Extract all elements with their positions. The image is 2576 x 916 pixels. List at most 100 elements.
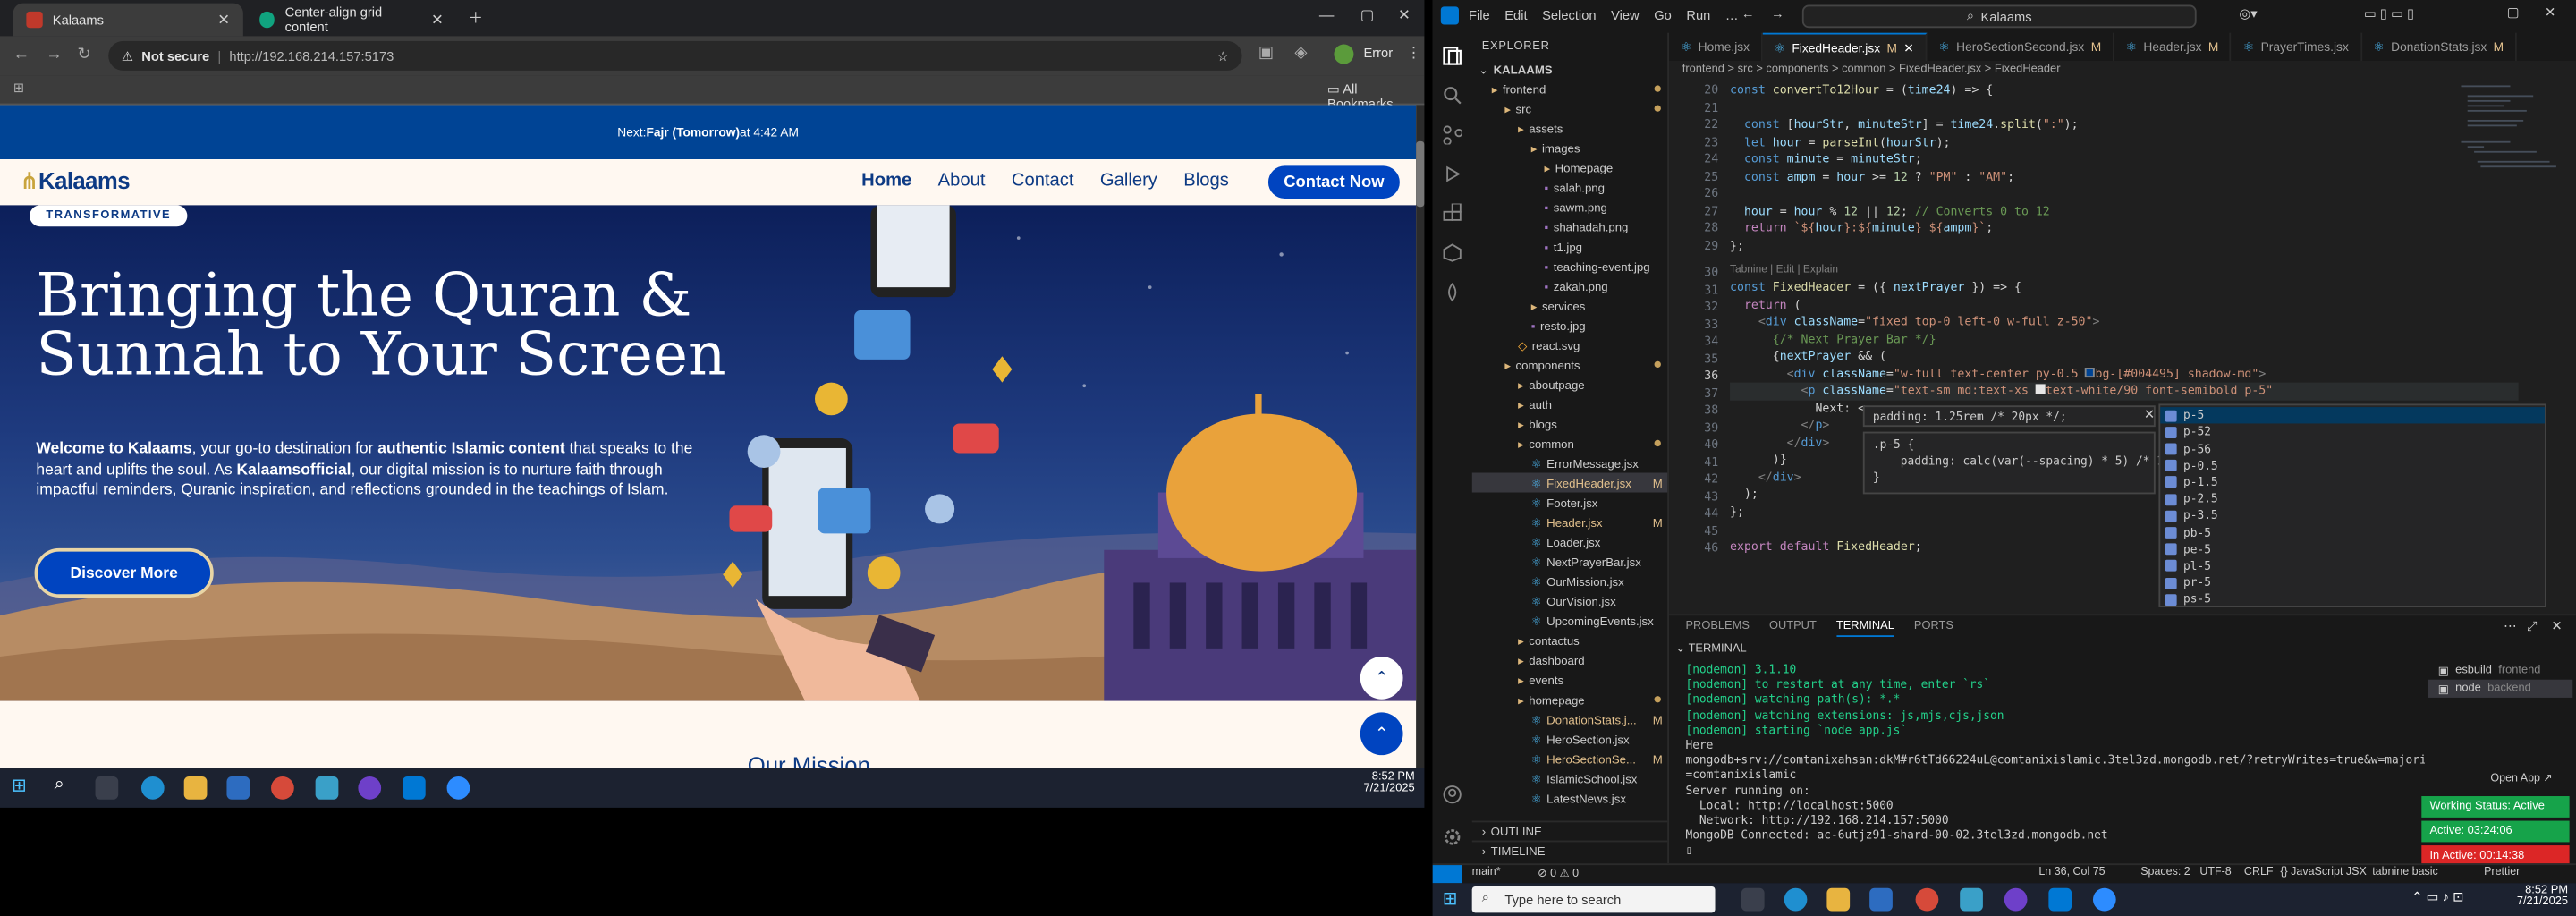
tree-item[interactable]: ⚛ NextPrayerBar.jsx [1472,552,1668,572]
maximize-panel-icon[interactable]: ⤢ [2527,619,2538,635]
nav-forward-icon[interactable]: → [1771,6,1784,21]
mongodb-leaf-icon[interactable] [1443,283,1462,302]
tree-item[interactable]: ⚛ Footer.jsx [1472,493,1668,513]
page-scrollbar[interactable] [1416,105,1425,768]
tree-item[interactable]: ▸ assets [1472,118,1668,138]
address-bar[interactable]: ⚠ Not secure | http://192.168.214.157:51… [108,40,1242,71]
app-icon[interactable] [1960,887,1983,912]
github-icon[interactable] [358,776,382,800]
line-endings[interactable]: CRLF [2244,867,2274,878]
tree-item[interactable]: ▸ homepage [1472,690,1668,709]
task-view-icon[interactable] [1741,887,1765,912]
tree-item[interactable]: ⚛ LatestNews.jsx [1472,788,1668,808]
run-debug-icon[interactable] [1443,165,1462,184]
suggestion-item[interactable]: p-2.5 [2160,491,2545,508]
tree-item[interactable]: ▸ aboutpage [1472,374,1668,394]
profile-avatar[interactable] [1334,44,1354,64]
suggestion-item[interactable]: pl-5 [2160,558,2545,575]
tree-item[interactable]: ⚛ IslamicSchool.jsx [1472,768,1668,788]
close-window-icon[interactable]: ✕ [2545,5,2555,21]
tree-item[interactable]: ⚛ FixedHeader.jsx M [1471,472,1668,493]
windows-start-icon[interactable]: ⊞ [12,775,27,796]
store-icon[interactable] [1869,887,1893,912]
zoom-icon[interactable] [2092,887,2116,912]
tree-item[interactable]: ⌄ KALAAMS [1472,59,1668,79]
extensions-icon[interactable] [1443,203,1462,224]
layout-icons[interactable]: ▭ ▯ ▭ ▯ [2364,6,2414,21]
close-window-icon[interactable]: ✕ [1398,6,1411,24]
tab-herosectionsecond-jsx[interactable]: ⚛ HeroSectionSecond.jsx M [1928,32,2114,61]
new-tab-icon[interactable]: ＋ [468,6,483,28]
tree-item[interactable]: ◇ react.svg [1472,335,1668,354]
tree-item[interactable]: ▪ t1.jpg [1472,236,1668,256]
close-tab-icon[interactable]: ✕ [217,11,230,29]
taskbar-search-box[interactable]: ⌕ Type here to search [1471,886,1716,913]
discover-more-button[interactable]: Discover More [34,547,214,598]
tree-item[interactable]: ▪ shahadah.png [1472,216,1668,236]
tree-item[interactable]: ▸ dashboard [1472,650,1668,670]
tab-output[interactable]: OUTPUT [1769,621,1817,637]
tabnine-status[interactable]: tabnine basic [2372,867,2438,878]
tree-item[interactable]: ⚛ ErrorMessage.jsx [1472,453,1668,472]
maximize-icon[interactable]: ▢ [2507,5,2520,21]
file-explorer-icon[interactable] [183,776,208,800]
tree-item[interactable]: ⚛ Loader.jsx [1472,532,1668,552]
tree-item[interactable]: ▸ images [1472,138,1668,157]
encoding[interactable]: UTF-8 [2199,867,2231,878]
scrollbar-thumb[interactable] [1416,140,1425,208]
tree-item[interactable]: ▪ salah.png [1472,177,1668,197]
suggestion-item[interactable]: pb-5 [2160,524,2545,541]
suggestion-item[interactable]: pe-5 [2160,541,2545,558]
tree-item[interactable]: ▸ services [1472,295,1668,315]
git-branch[interactable]: main* [1472,867,1501,878]
tree-item[interactable]: ⚛ OurVision.jsx [1472,591,1668,611]
system-tray-icons[interactable]: ⌃ ▭ ♪ ⊡ [2411,890,2463,905]
nav-home[interactable]: Home [861,171,911,191]
remote-explorer-icon[interactable] [1443,243,1462,263]
tree-item[interactable]: ▸ events [1472,670,1668,690]
tree-item[interactable]: ▪ resto.jpg [1472,315,1668,335]
menu-more[interactable]: … [1725,8,1739,23]
terminal-esbuild[interactable]: ▣ esbuild frontend [2428,662,2573,680]
tree-item[interactable]: ⚛ HeroSectionSe... M [1472,749,1668,768]
tab-ports[interactable]: PORTS [1914,621,1953,637]
tree-item[interactable]: ⚛ OurMission.jsx [1472,572,1668,591]
scroll-to-top-button[interactable]: ⌃ [1360,712,1403,756]
tree-item[interactable]: ▪ zakah.png [1472,276,1668,295]
windows-start-icon[interactable]: ⊞ [1443,888,1458,910]
back-icon[interactable]: ← [13,46,30,64]
site-logo[interactable]: ⋔Kalaams [20,167,130,195]
nav-about[interactable]: About [938,171,986,191]
suggestion-item[interactable]: p-1.5 [2160,474,2545,491]
minimize-icon[interactable]: — [2468,5,2481,21]
panel-more-icon[interactable]: ⋯ [2504,619,2517,634]
search-icon[interactable] [1443,85,1462,105]
tree-item[interactable]: ▪ teaching-event.jpg [1472,256,1668,276]
tab-fixedheader-jsx[interactable]: ⚛ FixedHeader.jsx M ✕ [1762,32,1928,61]
tree-item[interactable]: ▸ components [1472,354,1668,374]
zoom-icon[interactable] [446,776,470,800]
vscode-taskbar-icon[interactable] [402,776,426,800]
tree-item[interactable]: ⚛ HeroSection.jsx [1472,729,1668,749]
error-label[interactable]: Error [1363,46,1393,61]
tab-kalaams[interactable]: Kalaams ✕ [13,3,243,37]
file-explorer-icon[interactable] [1826,887,1851,912]
tab-home-jsx[interactable]: ⚛ Home.jsx [1669,32,1763,61]
tree-item[interactable]: ▸ common [1472,433,1668,453]
task-view-icon[interactable] [95,776,119,800]
tree-item[interactable]: ▸ frontend [1472,79,1668,98]
suggestion-item[interactable]: p-52 [2160,424,2545,441]
chrome-icon[interactable] [1915,887,1939,912]
apps-grid-icon[interactable]: ⊞ [13,81,24,96]
chrome-icon[interactable] [271,776,294,800]
close-tab-icon[interactable]: ✕ [1903,40,1914,55]
edge-icon[interactable] [1784,887,1808,912]
menu-selection[interactable]: Selection [1542,8,1596,23]
outline-section[interactable]: › OUTLINE [1471,820,1668,841]
edge-icon[interactable] [140,776,165,800]
contact-now-button[interactable]: Contact Now [1267,165,1400,199]
suggestion-item[interactable]: p-0.5 [2160,457,2545,474]
explorer-icon[interactable] [1443,46,1462,65]
indentation[interactable]: Spaces: 2 [2140,867,2190,878]
extension-icon[interactable]: ▣ [1258,45,1274,63]
